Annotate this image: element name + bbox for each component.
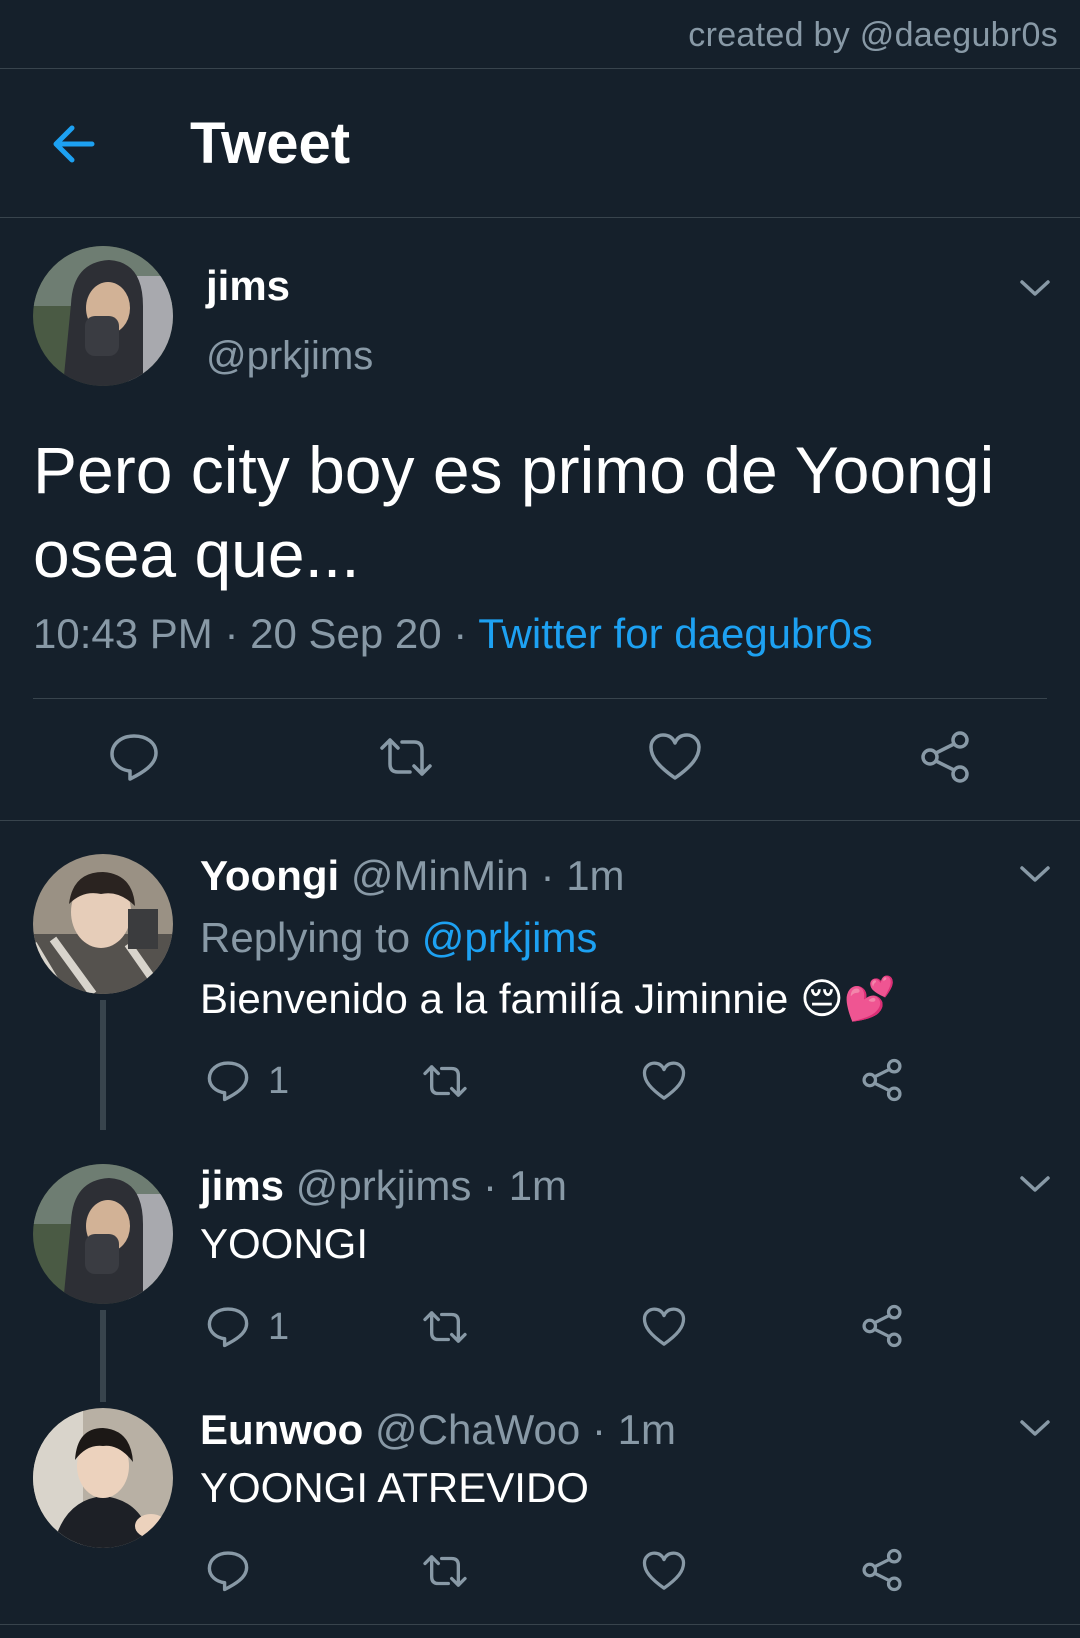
reply-header: jims @prkjims · 1m <box>200 1162 567 1210</box>
reply-count: 1 <box>268 1306 290 1348</box>
divider <box>0 1624 1080 1625</box>
reply-time: 1m <box>617 1406 676 1453</box>
replying-to-link[interactable]: @prkjims <box>422 914 598 961</box>
tweet-meta: 10:43 PM · 20 Sep 20 · Twitter for daegu… <box>33 610 873 658</box>
thread-line <box>100 1000 106 1130</box>
author-name[interactable]: Yoongi <box>200 852 339 899</box>
retweet-icon[interactable] <box>420 1550 470 1592</box>
author-handle[interactable]: @prkjims <box>206 334 373 379</box>
share-icon[interactable] <box>860 1304 904 1348</box>
author-name[interactable]: Eunwoo <box>200 1406 363 1453</box>
reply-icon[interactable] <box>206 1058 250 1102</box>
share-icon[interactable] <box>860 1548 904 1592</box>
reply-text-body: Bienvenido a la familía Jiminnie <box>200 975 789 1022</box>
top-bar: Tweet <box>0 70 1080 218</box>
reply-header: Yoongi @MinMin · 1m <box>200 852 625 900</box>
replying-to: Replying to @prkjims <box>200 914 597 962</box>
reply-icon[interactable] <box>108 730 160 782</box>
share-icon[interactable] <box>860 1058 904 1102</box>
retweet-icon[interactable] <box>420 1060 470 1102</box>
reply-time: 1m <box>566 852 625 899</box>
reply-text: Bienvenido a la familía Jiminnie 😔💕 <box>200 974 896 1024</box>
emoji: 😔💕 <box>799 975 897 1022</box>
retweet-icon[interactable] <box>376 732 436 782</box>
chevron-down-icon[interactable] <box>1018 862 1052 886</box>
separator: · <box>591 1406 606 1453</box>
divider <box>0 820 1080 821</box>
share-icon[interactable] <box>918 730 972 784</box>
avatar-eunwoo[interactable] <box>33 1408 173 1548</box>
like-icon[interactable] <box>642 1306 686 1348</box>
divider <box>33 698 1047 699</box>
avatar-jims[interactable] <box>33 246 173 386</box>
creator-credit: created by @daegubr0s <box>688 16 1058 54</box>
reply-count: 1 <box>268 1060 290 1102</box>
thread-line <box>100 1310 106 1402</box>
page-title: Tweet <box>190 111 351 176</box>
reply-time: 1m <box>508 1162 568 1209</box>
tweet-source-link[interactable]: Twitter for daegubr0s <box>478 610 873 657</box>
chevron-down-icon[interactable] <box>1018 276 1052 300</box>
like-icon[interactable] <box>642 1550 686 1592</box>
author-handle[interactable]: @MinMin <box>351 852 529 899</box>
avatar-jims[interactable] <box>33 1164 173 1304</box>
author-name[interactable]: jims <box>200 1162 284 1209</box>
retweet-icon[interactable] <box>420 1306 470 1348</box>
author-handle[interactable]: @prkjims <box>296 1162 472 1209</box>
tweet-text: Pero city boy es primo de Yoongi osea qu… <box>33 433 995 591</box>
reply-icon[interactable] <box>206 1304 250 1348</box>
like-icon[interactable] <box>648 732 702 782</box>
replying-label: Replying to <box>200 914 411 961</box>
separator: · <box>483 1162 498 1209</box>
reply-text: YOONGI <box>200 1220 369 1267</box>
separator: · <box>224 610 251 657</box>
reply-text: YOONGI ATREVIDO <box>200 1464 589 1511</box>
reply-header: Eunwoo @ChaWoo · 1m <box>200 1406 676 1454</box>
author-handle[interactable]: @ChaWoo <box>375 1406 580 1453</box>
divider <box>0 217 1080 218</box>
like-icon[interactable] <box>642 1060 686 1102</box>
back-arrow-icon[interactable] <box>48 118 100 170</box>
tweet-time: 10:43 PM <box>33 610 213 657</box>
avatar-yoongi[interactable] <box>33 854 173 994</box>
author-name[interactable]: jims <box>206 262 290 310</box>
separator: · <box>540 852 555 899</box>
chevron-down-icon[interactable] <box>1018 1172 1052 1196</box>
chevron-down-icon[interactable] <box>1018 1416 1052 1440</box>
tweet-date: 20 Sep 20 <box>250 610 442 657</box>
separator: · <box>453 610 479 657</box>
divider <box>0 68 1080 69</box>
reply-icon[interactable] <box>206 1548 250 1592</box>
